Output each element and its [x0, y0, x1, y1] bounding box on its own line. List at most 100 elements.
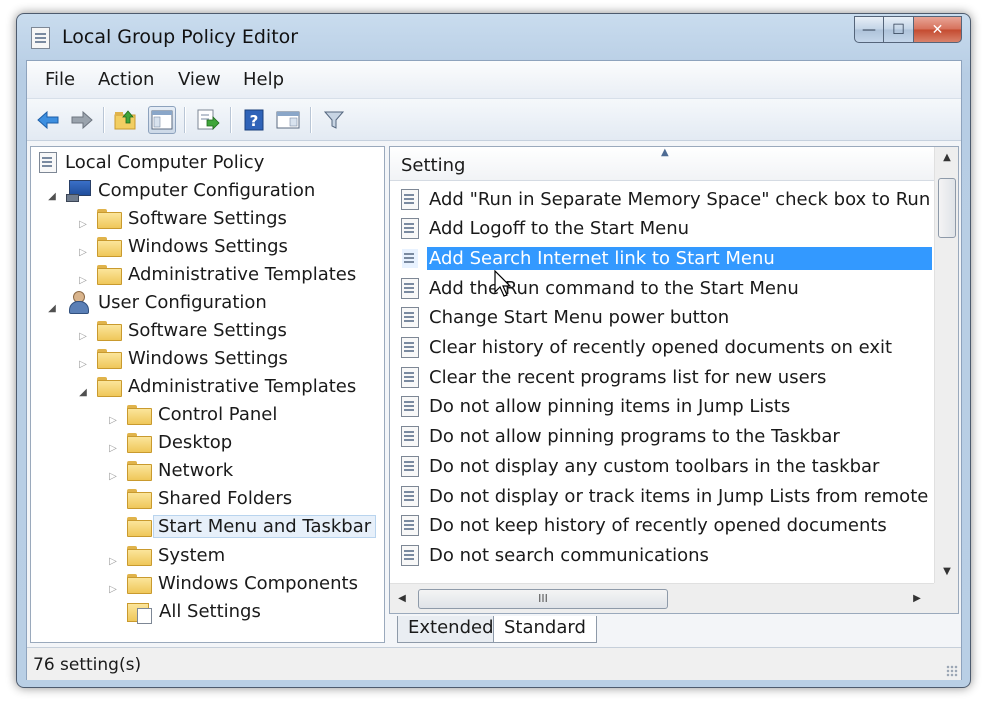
tab-extended[interactable]: Extended — [397, 616, 505, 643]
setting-row[interactable]: Add the Run command to the Start Menu — [390, 273, 934, 303]
app-window: Local Group Policy Editor — ☐ ✕ File Act… — [16, 13, 971, 688]
show-hide-tree-button[interactable] — [148, 106, 176, 134]
show-hide-tree-icon — [151, 110, 173, 130]
collapsed-arrow-icon[interactable]: ▷ — [77, 219, 89, 231]
collapsed-arrow-icon[interactable]: ▷ — [107, 584, 119, 596]
collapsed-arrow-icon[interactable]: ▷ — [77, 331, 89, 343]
policy-setting-icon — [401, 455, 419, 477]
up-folder-button[interactable] — [112, 106, 140, 134]
toolbar-separator — [103, 107, 104, 133]
collapsed-arrow-icon[interactable]: ▷ — [77, 359, 89, 371]
minimize-button[interactable]: — — [854, 16, 884, 43]
menu-file[interactable]: File — [45, 69, 75, 90]
tree-node-network[interactable]: ▷ Network — [107, 457, 233, 483]
properties-button[interactable] — [274, 106, 302, 134]
policy-setting-icon — [401, 515, 419, 537]
tree-node-windows-settings[interactable]: ▷ Windows Settings — [77, 345, 288, 371]
setting-row[interactable]: Do not display or track items in Jump Li… — [390, 481, 934, 511]
vertical-scrollbar[interactable]: ▲ ▼ — [934, 147, 958, 583]
properties-icon — [276, 111, 300, 129]
collapsed-arrow-icon[interactable]: ▷ — [107, 443, 119, 455]
tree-label: Administrative Templates — [128, 263, 357, 285]
tab-standard[interactable]: Standard — [493, 616, 597, 643]
tree-pane[interactable]: Local Computer Policy ◢ Computer Configu… — [30, 146, 385, 643]
policy-icon — [39, 151, 57, 173]
forward-icon — [71, 110, 93, 130]
tree-node-start-menu-and-taskbar[interactable]: Start Menu and Taskbar — [127, 513, 377, 539]
vertical-scroll-thumb[interactable] — [938, 178, 956, 238]
tree-node-windows-components[interactable]: ▷ Windows Components — [107, 570, 358, 596]
tree-node-user-configuration[interactable]: ◢ User Configuration — [46, 289, 267, 315]
export-list-button[interactable] — [194, 106, 222, 134]
tree-node-administrative-templates[interactable]: ◢ Administrative Templates — [77, 373, 356, 399]
tree-node-computer-configuration[interactable]: ◢ Computer Configuration — [46, 177, 315, 203]
tree-node-desktop[interactable]: ▷ Desktop — [107, 429, 232, 455]
tree-node-local-computer-policy[interactable]: Local Computer Policy — [39, 149, 264, 175]
sort-ascending-icon: ▲ — [661, 147, 669, 158]
help-button[interactable]: ? — [240, 106, 268, 134]
settings-list-pane[interactable]: ▲ Setting Add "Run in Separate Memory Sp… — [389, 146, 959, 614]
tree-label: Local Computer Policy — [65, 151, 265, 173]
column-header-setting[interactable]: ▲ Setting — [390, 147, 934, 181]
tree-label: Windows Components — [158, 572, 358, 594]
scroll-left-icon[interactable]: ◀ — [390, 584, 414, 613]
setting-row[interactable]: Clear the recent programs list for new u… — [390, 362, 934, 392]
setting-row[interactable]: Do not display any custom toolbars in th… — [390, 451, 934, 481]
tree-label: Start Menu and Taskbar — [153, 514, 377, 538]
window-controls: — ☐ ✕ — [854, 16, 962, 43]
toolbar-separator — [230, 107, 231, 133]
expanded-arrow-icon[interactable]: ◢ — [46, 191, 58, 203]
tree-node-software-settings[interactable]: ▷ Software Settings — [77, 317, 287, 343]
tree-node-control-panel[interactable]: ▷ Control Panel — [107, 401, 277, 427]
tree-node-software-settings[interactable]: ▷ Software Settings — [77, 205, 287, 231]
svg-text:?: ? — [250, 112, 259, 130]
menu-help[interactable]: Help — [243, 69, 284, 90]
collapsed-arrow-icon[interactable]: ▷ — [107, 556, 119, 568]
filter-button[interactable] — [320, 106, 348, 134]
forward-button[interactable] — [68, 106, 96, 134]
scroll-up-icon[interactable]: ▲ — [935, 147, 958, 169]
title-bar[interactable]: Local Group Policy Editor — ☐ ✕ — [17, 14, 970, 60]
tree-node-windows-settings[interactable]: ▷ Windows Settings — [77, 233, 288, 259]
menu-action[interactable]: Action — [98, 69, 154, 90]
tree-node-system[interactable]: ▷ System — [107, 542, 225, 568]
setting-row[interactable]: Add Logoff to the Start Menu — [390, 214, 934, 244]
tree-label: Control Panel — [158, 403, 278, 425]
back-button[interactable] — [34, 106, 62, 134]
tree-node-administrative-templates[interactable]: ▷ Administrative Templates — [77, 261, 356, 287]
scroll-down-icon[interactable]: ▼ — [935, 561, 958, 583]
expanded-arrow-icon[interactable]: ◢ — [77, 387, 89, 399]
menu-view[interactable]: View — [178, 69, 221, 90]
collapsed-arrow-icon[interactable]: ▷ — [77, 275, 89, 287]
tree-node-shared-folders[interactable]: Shared Folders — [127, 485, 292, 511]
setting-row[interactable]: Do not allow pinning programs to the Tas… — [390, 422, 934, 452]
setting-row[interactable]: Add Search Internet link to Start Menu — [390, 243, 934, 273]
collapsed-arrow-icon[interactable]: ▷ — [107, 471, 119, 483]
menu-bar: File Action View Help — [27, 61, 961, 99]
horizontal-scrollbar[interactable]: ◀ III ▶ — [390, 583, 934, 613]
horizontal-scroll-thumb[interactable]: III — [418, 589, 668, 609]
close-button[interactable]: ✕ — [914, 16, 962, 43]
setting-name: Do not keep history of recently opened d… — [429, 515, 887, 537]
setting-name: Clear the recent programs list for new u… — [429, 366, 827, 388]
maximize-button[interactable]: ☐ — [884, 16, 914, 43]
collapsed-arrow-icon[interactable]: ▷ — [107, 415, 119, 427]
tree-label: Windows Settings — [128, 347, 288, 369]
computer-icon — [66, 180, 91, 202]
setting-row[interactable]: Add "Run in Separate Memory Space" check… — [390, 184, 934, 214]
setting-row[interactable]: Change Start Menu power button — [390, 303, 934, 333]
setting-row[interactable]: Do not keep history of recently opened d… — [390, 511, 934, 541]
expanded-arrow-icon[interactable]: ◢ — [46, 303, 58, 315]
setting-row[interactable]: Clear history of recently opened documen… — [390, 333, 934, 363]
scroll-right-icon[interactable]: ▶ — [905, 584, 929, 613]
policy-setting-icon — [401, 247, 419, 269]
tree-label: All Settings — [159, 600, 261, 622]
setting-name: Do not display or track items in Jump Li… — [429, 485, 934, 507]
collapsed-arrow-icon[interactable]: ▷ — [77, 247, 89, 259]
policy-setting-icon — [401, 485, 419, 507]
help-icon: ? — [244, 109, 264, 131]
tree-node-all-settings[interactable]: All Settings — [127, 598, 261, 624]
setting-row[interactable]: Do not search communications — [390, 540, 934, 570]
resize-grip-icon[interactable] — [946, 665, 958, 677]
setting-row[interactable]: Do not allow pinning items in Jump Lists — [390, 392, 934, 422]
